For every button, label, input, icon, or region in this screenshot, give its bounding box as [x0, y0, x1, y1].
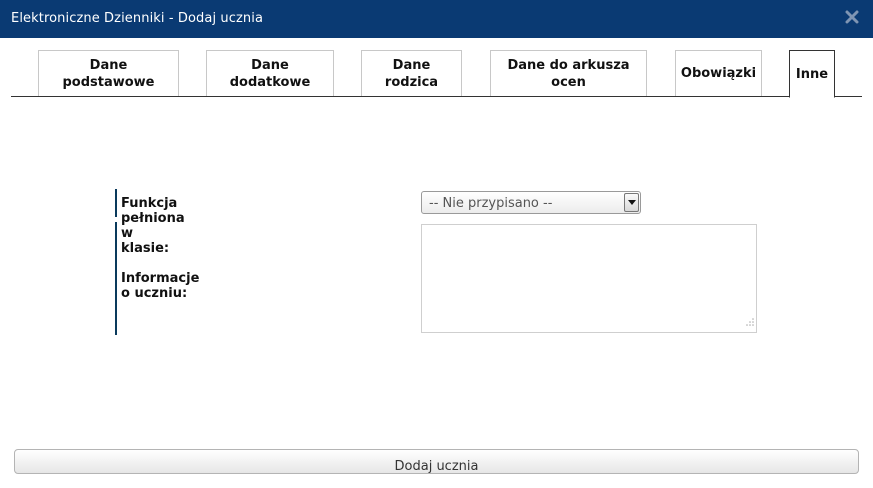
- tab-dane-podstawowe[interactable]: Dane podstawowe: [38, 50, 179, 96]
- field-accent-bar: [115, 189, 117, 217]
- tab-inne[interactable]: Inne: [789, 50, 835, 98]
- close-icon[interactable]: [845, 9, 859, 25]
- function-label: Funkcja pełniona w klasie:: [121, 196, 185, 256]
- tabs-baseline: [11, 96, 862, 97]
- add-student-button[interactable]: Dodaj ucznia: [14, 449, 859, 474]
- function-select[interactable]: -- Nie przypisano --: [421, 191, 641, 214]
- window-title: Elektroniczne Dzienniki - Dodaj ucznia: [11, 11, 264, 26]
- field-accent-bar: [115, 222, 117, 335]
- tab-dane-do-arkusza-ocen[interactable]: Dane do arkusza ocen: [490, 50, 647, 96]
- resize-grip-icon[interactable]: [746, 311, 754, 330]
- function-select-value: -- Nie przypisano --: [429, 196, 553, 211]
- tab-dane-dodatkowe[interactable]: Dane dodatkowe: [206, 50, 334, 96]
- chevron-down-icon[interactable]: [624, 193, 639, 212]
- info-textarea[interactable]: [421, 224, 757, 333]
- tab-dane-rodzica[interactable]: Dane rodzica: [361, 50, 462, 96]
- tab-obowiazki[interactable]: Obowiązki: [675, 50, 762, 96]
- window-titlebar: Elektroniczne Dzienniki - Dodaj ucznia: [0, 0, 873, 38]
- info-label: Informacje o uczniu:: [121, 271, 200, 301]
